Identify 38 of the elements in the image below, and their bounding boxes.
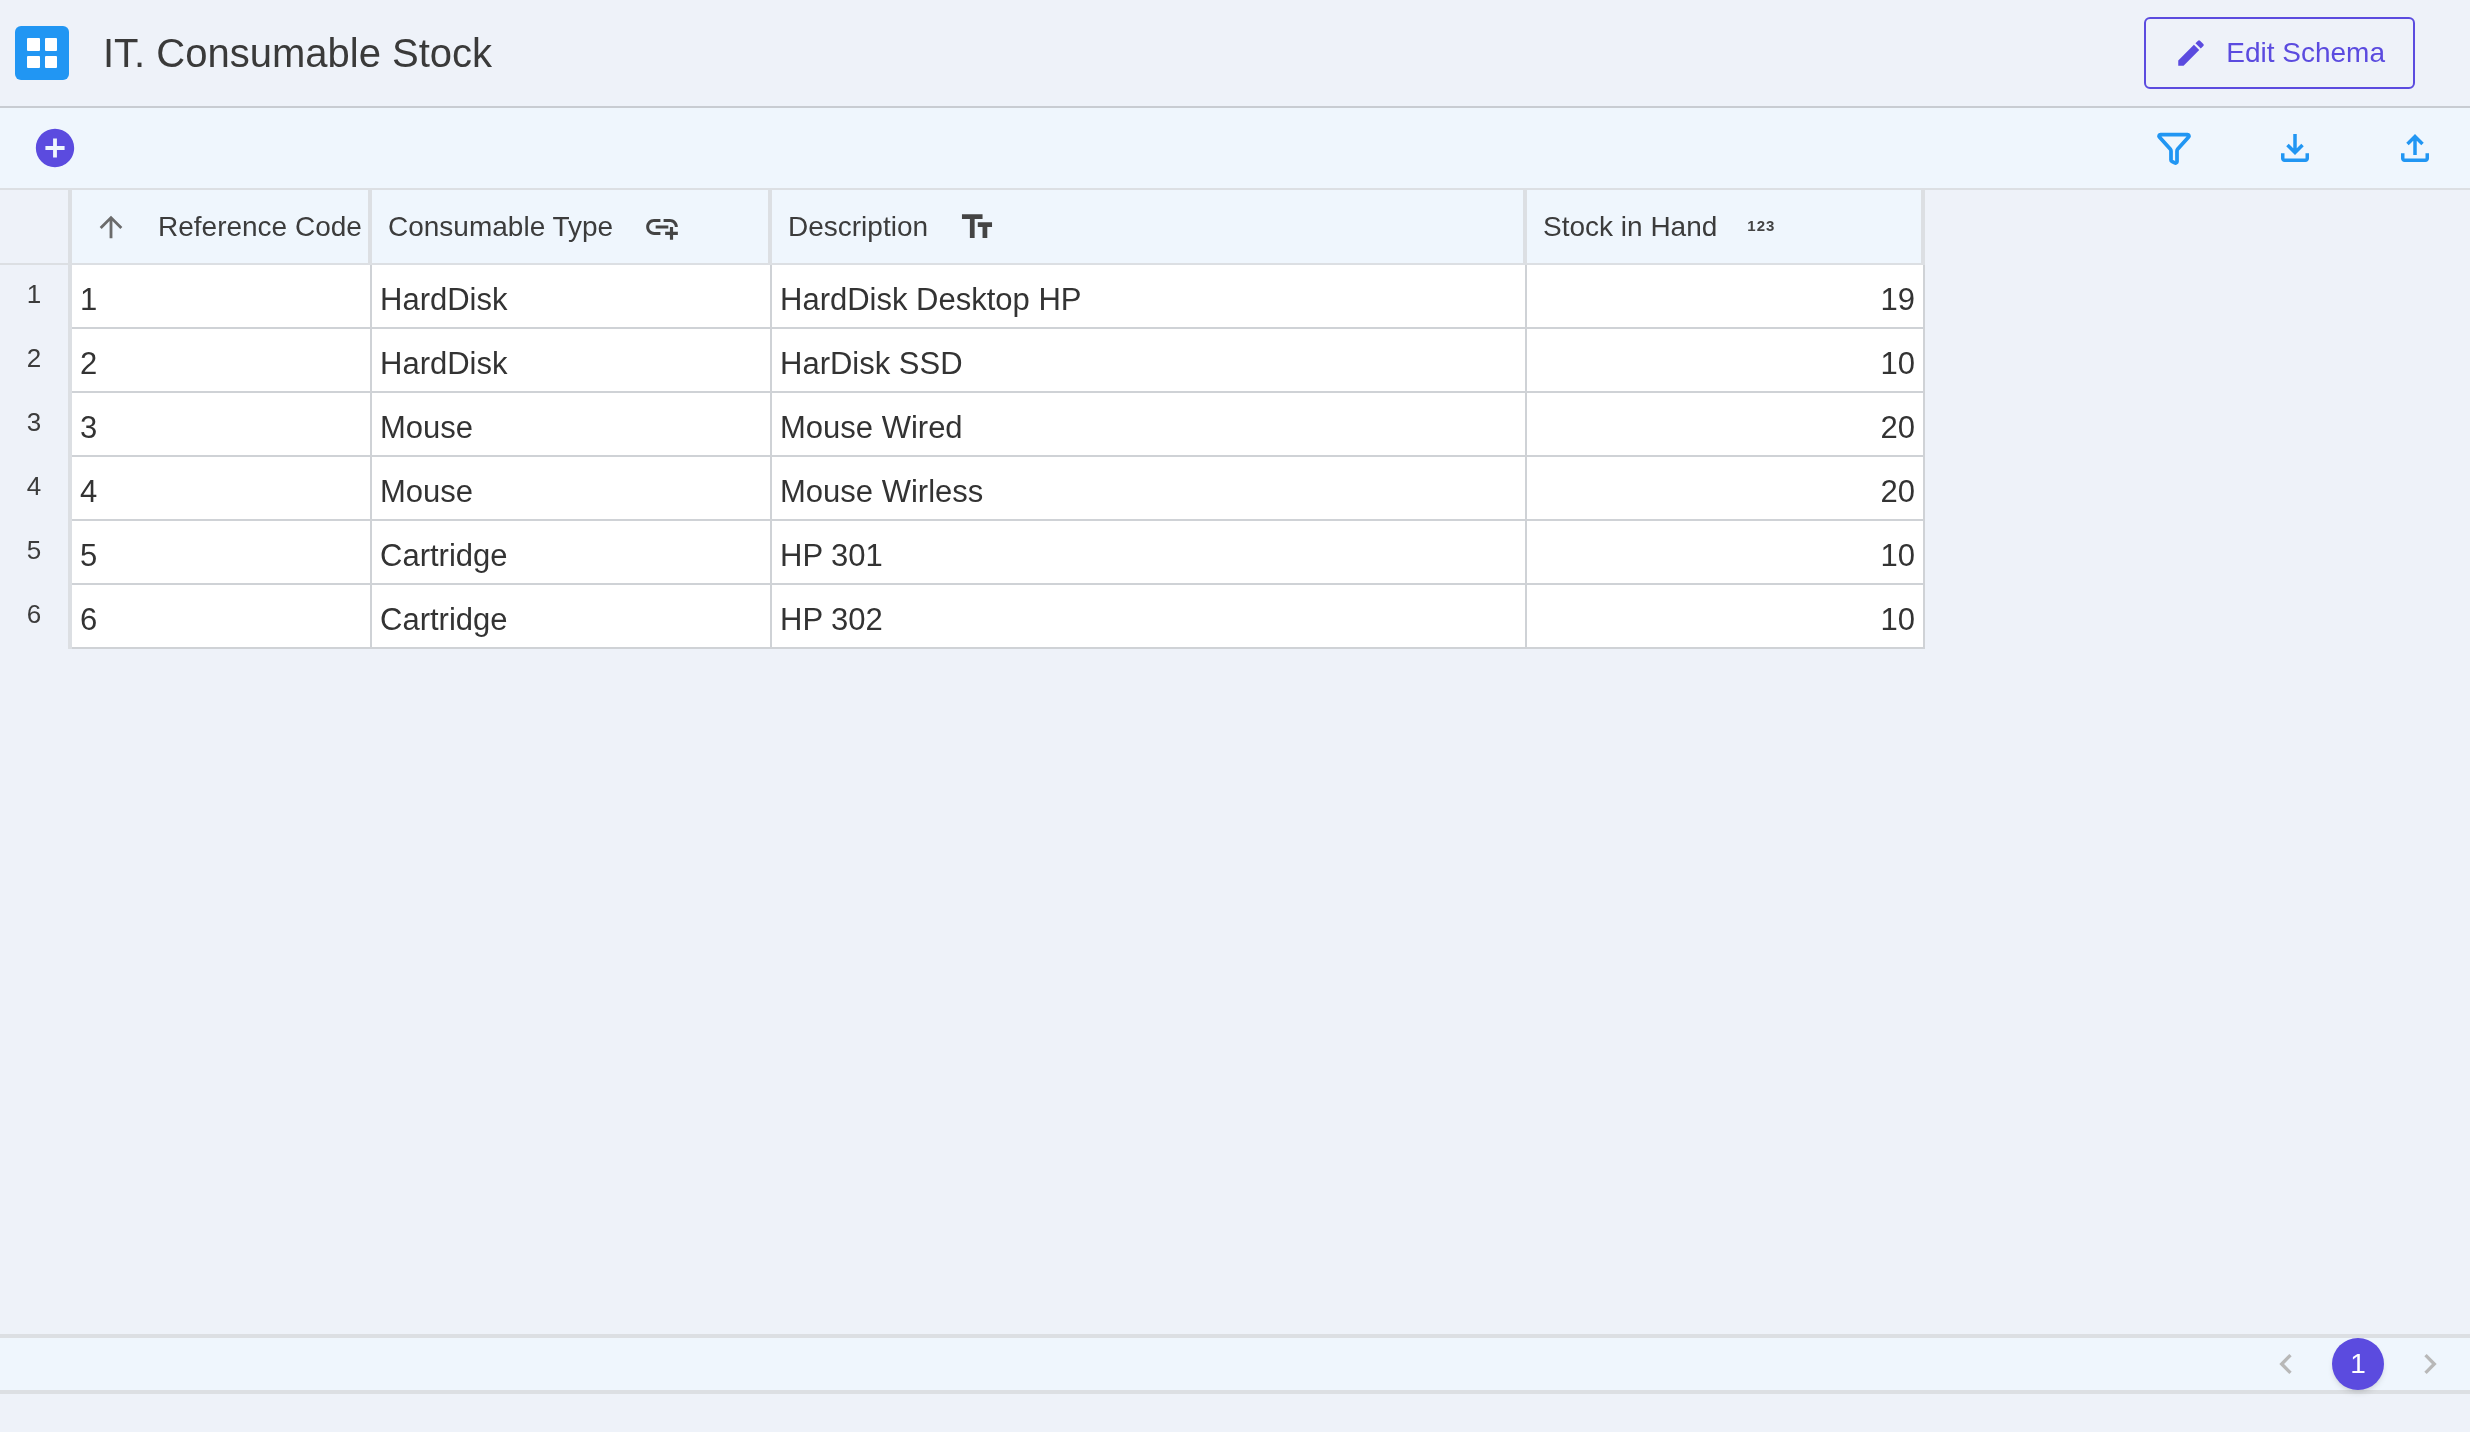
table-cell: HardDisk Desktop HP [772, 265, 1527, 329]
table-cell: 6 [72, 585, 372, 649]
table-cell: Mouse [372, 457, 772, 521]
table-cell: Mouse [372, 393, 772, 457]
table-cell: HP 302 [772, 585, 1527, 649]
table-cell: 19 [1527, 265, 1925, 329]
table-cell: 10 [1527, 585, 1925, 649]
column-header[interactable]: Stock in Hand 123 [1527, 190, 1925, 265]
edit-schema-button[interactable]: Edit Schema [2144, 17, 2415, 89]
table-cell: HardDisk [372, 265, 772, 329]
table-cell: Cartridge [372, 585, 772, 649]
grid-app-icon [15, 26, 69, 80]
table-cell: 10 [1527, 521, 1925, 585]
column-label: Description [788, 209, 929, 244]
column-label: Reference Code [158, 209, 362, 244]
table-cell: HP 301 [772, 521, 1527, 585]
table-cell: HarDisk SSD [772, 329, 1527, 393]
table-cell: Mouse Wirless [772, 457, 1527, 521]
table-cell: 20 [1527, 457, 1925, 521]
table-cell: Mouse Wired [772, 393, 1527, 457]
table-cell: 10 [1527, 329, 1925, 393]
page-title: IT. Consumable Stock [103, 30, 493, 77]
table-cell: 2 [72, 329, 372, 393]
table-cell: HardDisk [372, 329, 772, 393]
table-cell: 3 [72, 393, 372, 457]
table-cell: Cartridge [372, 521, 772, 585]
column-header[interactable]: Description [772, 190, 1527, 265]
number-type-mark: 123 [1747, 216, 1776, 237]
page-button[interactable]: 1 [2332, 1338, 2384, 1390]
column-header[interactable]: Consumable Type [372, 190, 772, 265]
table-cell: 4 [72, 457, 372, 521]
table-cell: 20 [1527, 393, 1925, 457]
table-cell: 5 [72, 521, 372, 585]
column-header[interactable]: Reference Code [72, 190, 372, 265]
column-label: Consumable Type [388, 209, 614, 244]
filter-icon[interactable] [2156, 130, 2192, 166]
column-label: Stock in Hand [1543, 209, 1718, 244]
table-cell: 1 [72, 265, 372, 329]
